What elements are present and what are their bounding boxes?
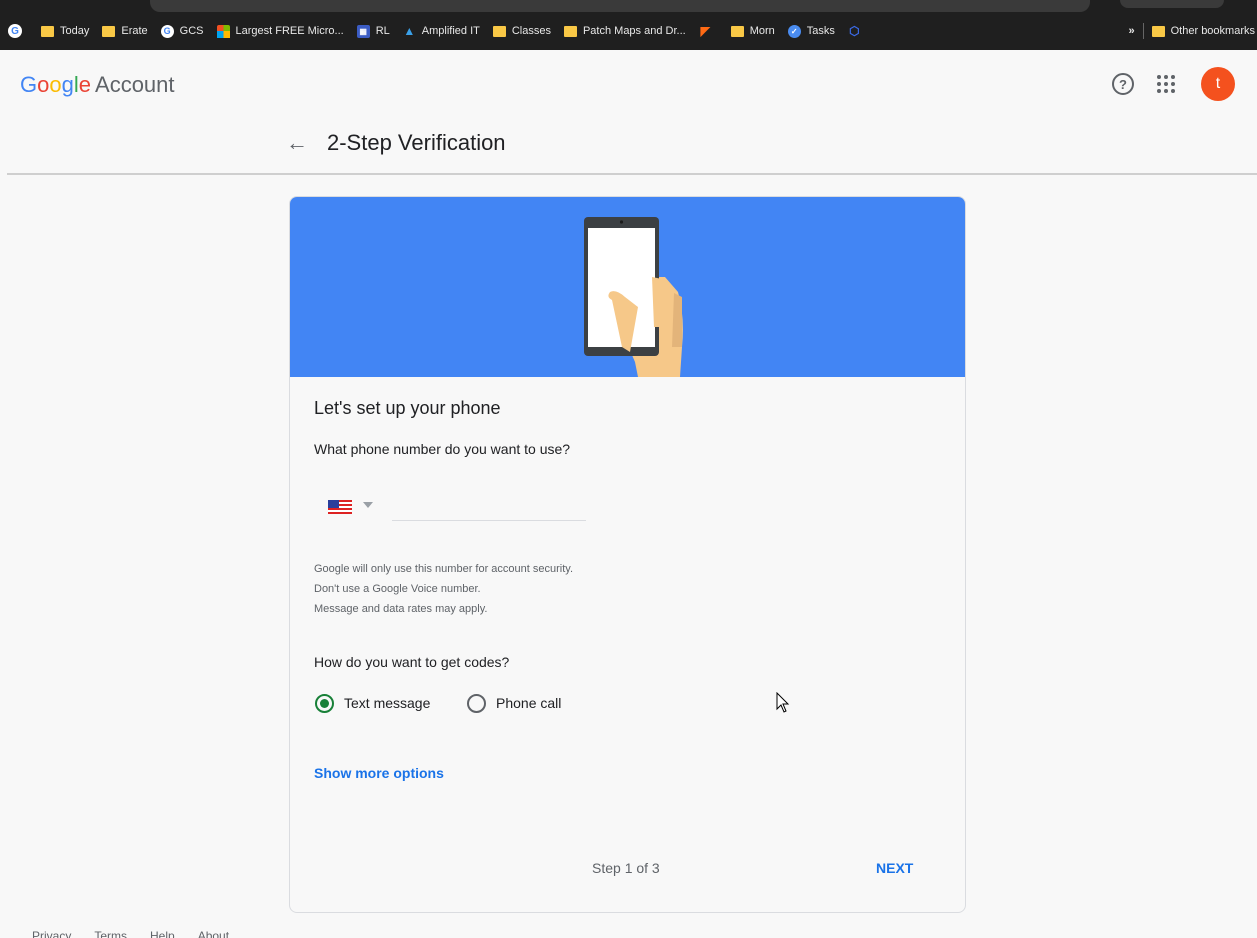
bookmark-label: Morn: [749, 25, 775, 37]
bookmark-label: RL: [375, 25, 390, 37]
bookmark-shield[interactable]: ⬡: [848, 24, 867, 38]
phone-question: What phone number do you want to use?: [314, 441, 571, 457]
bookmark-label: Classes: [511, 25, 551, 37]
google-account-logo[interactable]: Google Account: [20, 72, 175, 98]
chevron-down-icon[interactable]: [363, 502, 373, 508]
help-icon[interactable]: ?: [1112, 73, 1134, 95]
bookmark-patch-maps[interactable]: Patch Maps and Dr...: [563, 25, 686, 37]
profile-chip-edge: [1120, 0, 1224, 8]
bookmark-list: G Today Erate G GCS Largest FREE Micro..…: [8, 20, 880, 42]
text-message-label[interactable]: Text message: [344, 695, 430, 711]
logo-letter: o: [37, 72, 50, 97]
bookmark-label: Tasks: [806, 25, 835, 37]
text-message-radio[interactable]: [315, 694, 334, 713]
codes-question: How do you want to get codes?: [314, 654, 510, 670]
bookmark-label: Patch Maps and Dr...: [582, 25, 686, 37]
other-bookmarks[interactable]: Other bookmarks: [1151, 25, 1255, 37]
logo-letter: e: [78, 72, 92, 97]
tasks-icon: ✓: [787, 24, 801, 38]
bookmarks-overflow-button[interactable]: »: [1129, 25, 1135, 37]
folder-icon: [492, 25, 506, 37]
bookmark-today[interactable]: Today: [41, 25, 89, 37]
apps-grid-icon[interactable]: [1157, 75, 1175, 93]
folder-icon: [1151, 25, 1165, 37]
folder-icon: [102, 25, 116, 37]
footer-terms-link[interactable]: Terms: [94, 929, 127, 938]
orange-app-icon: ◤: [700, 24, 710, 38]
setup-heading: Let's set up your phone: [314, 398, 501, 418]
mouse-pointer-icon: [776, 692, 790, 713]
shield-icon: ⬡: [849, 24, 860, 38]
bookmark-morn[interactable]: Morn: [730, 25, 775, 37]
bookmark-amplified-it[interactable]: ▲ Amplified IT: [403, 24, 480, 38]
bookmark-label: Largest FREE Micro...: [235, 25, 344, 37]
hero-banner: [290, 197, 965, 377]
voice-note: Don't use a Google Voice number.: [314, 583, 481, 595]
logo-account-text: Account: [95, 72, 175, 97]
bookmark-tasks[interactable]: ✓ Tasks: [787, 24, 835, 38]
bookmarks-bar: G Today Erate G GCS Largest FREE Micro..…: [0, 0, 1257, 50]
bookmark-classes[interactable]: Classes: [492, 25, 551, 37]
logo-letter: g: [61, 72, 74, 97]
bookmarks-right: » Other bookmarks: [1129, 20, 1257, 42]
other-bookmarks-label: Other bookmarks: [1170, 25, 1255, 37]
footer-about-link[interactable]: About: [198, 929, 229, 938]
amplified-icon: ▲: [403, 24, 416, 38]
bookmark-gcs[interactable]: G GCS: [160, 24, 204, 38]
phone-number-input[interactable]: [392, 493, 586, 521]
bookmark-label: GCS: [179, 25, 204, 37]
account-header: Google Account ? t ← 2-Step Verification: [0, 50, 1257, 175]
google-icon: G: [160, 24, 174, 38]
phone-call-label[interactable]: Phone call: [496, 695, 561, 711]
google-bookmark[interactable]: G: [8, 24, 28, 38]
page-title: 2-Step Verification: [327, 130, 506, 155]
header-divider: [7, 173, 1257, 175]
bookmark-erate[interactable]: Erate: [102, 25, 148, 37]
show-more-options-link[interactable]: Show more options: [314, 765, 444, 781]
rates-note: Message and data rates may apply.: [314, 603, 488, 615]
avatar[interactable]: t: [1201, 67, 1235, 101]
folder-icon: [730, 25, 744, 37]
security-note: Google will only use this number for acc…: [314, 563, 574, 575]
google-icon: G: [8, 24, 22, 38]
footer-privacy-link[interactable]: Privacy: [32, 929, 71, 938]
footer-help-link[interactable]: Help: [150, 929, 175, 938]
us-flag-icon[interactable]: [328, 500, 352, 514]
microsoft-icon: [216, 24, 230, 38]
bookmark-label: Amplified IT: [421, 25, 480, 37]
bookmark-rl[interactable]: ▦ RL: [356, 24, 390, 38]
folder-icon: [563, 25, 577, 37]
bookmark-largest-free-micro[interactable]: Largest FREE Micro...: [216, 24, 344, 38]
bookmarks-separator: [1142, 23, 1144, 39]
next-button[interactable]: NEXT: [868, 854, 921, 882]
phone-call-radio[interactable]: [467, 694, 486, 713]
bookmark-orange-app[interactable]: ◤: [699, 24, 718, 38]
logo-letter: G: [20, 72, 38, 97]
step-indicator: Step 1 of 3: [592, 860, 660, 876]
footer-links: Privacy Terms Help About: [32, 929, 252, 938]
back-arrow-icon[interactable]: ←: [286, 130, 308, 156]
logo-letter: o: [49, 72, 62, 97]
rl-icon: ▦: [356, 24, 370, 38]
folder-icon: [41, 25, 54, 37]
bookmark-label: Today: [60, 25, 90, 37]
tab-strip-edge: [150, 0, 1090, 12]
setup-phone-card: Let's set up your phone What phone numbe…: [289, 196, 966, 913]
phone-in-hand-illustration: [584, 217, 683, 377]
bookmark-label: Erate: [121, 25, 148, 37]
